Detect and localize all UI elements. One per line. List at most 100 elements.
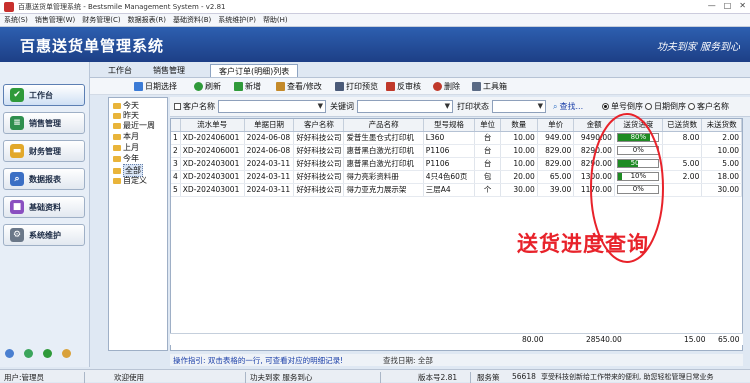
toolbar-label: 日期选择 [145, 82, 177, 91]
toolbar-label: 刷新 [205, 82, 221, 91]
calendar-icon [134, 82, 143, 91]
menu-system[interactable]: 系统(S) [4, 15, 28, 25]
operation-tip: 操作指引: 双击表格的一行, 可查看对应的明细记录! [173, 356, 344, 365]
menu-reports[interactable]: 数据报表(R) [128, 15, 166, 25]
tree-item-last-week[interactable]: 最近一周 [113, 120, 155, 131]
maximize-button[interactable]: □ [724, 1, 732, 10]
add-button[interactable]: 新增 [234, 81, 261, 92]
menu-help[interactable]: 帮助(H) [263, 15, 288, 25]
column-header[interactable]: 型号规格 [423, 119, 476, 132]
online-icon[interactable] [43, 349, 52, 358]
toolbar-label: 新增 [245, 82, 261, 91]
nav-reports-button[interactable]: ⌕ 数据报表 [3, 168, 85, 190]
print-status-label: 打印状态 [457, 102, 489, 111]
checkbox[interactable] [174, 103, 181, 110]
cell-unit: 台 [474, 157, 501, 171]
cell-delivered: 2.00 [662, 170, 703, 184]
column-header[interactable]: 客户名称 [293, 119, 345, 132]
folder-icon [113, 144, 121, 151]
nav-basic-data-button[interactable]: ■ 基础资料 [3, 196, 85, 218]
menu-sales[interactable]: 销售管理(W) [35, 15, 75, 25]
app-banner: 百惠送货单管理系统 功夫到家 服务到心 [0, 27, 750, 62]
status-service-label: 服务策 [477, 373, 500, 382]
tree-label: 最近一周 [123, 121, 155, 130]
customer-filter-checkbox[interactable]: 客户名称 [174, 101, 215, 112]
info-icon[interactable] [5, 349, 14, 358]
date-select-button[interactable]: 日期选择 [134, 81, 177, 92]
check-icon: ✔ [10, 88, 24, 102]
radio-button[interactable] [645, 103, 652, 110]
column-header[interactable]: 单位 [474, 119, 501, 132]
cell-product: 惠普黑白激光打印机 [343, 157, 424, 171]
toolbar-label: 打印预览 [346, 82, 378, 91]
cell-spec: 4只4色60页 [423, 170, 476, 184]
toolbox-button[interactable]: 工具箱 [472, 81, 507, 92]
customer-select[interactable]: ▼ [218, 100, 326, 113]
menu-finance[interactable]: 财务管理(C) [82, 15, 120, 25]
column-header[interactable]: 已送货数 [662, 119, 703, 132]
tab-workbench[interactable]: 工作台 [100, 64, 140, 77]
keyword-select[interactable]: ▼ [357, 100, 453, 113]
status-welcome: 欢迎使用 [114, 373, 144, 382]
tab-bar: 工作台 销售管理 客户订单(明细)列表 [90, 62, 750, 77]
tree-label: 本月 [123, 132, 139, 141]
total-remaining: 65.00 [718, 335, 740, 344]
cell-customer: 好好科技公司 [293, 183, 345, 197]
tree-label: 上月 [123, 143, 139, 152]
column-header[interactable]: 数量 [500, 119, 538, 132]
menu-basic-data[interactable]: 基础资料(B) [173, 15, 211, 25]
tab-sales[interactable]: 销售管理 [145, 64, 193, 77]
column-header[interactable]: 未送货数 [701, 119, 742, 132]
delete-button[interactable]: 删除 [433, 81, 460, 92]
toolbar: 日期选择 刷新 新增 查看/修改 打印预览 反审核 删除 工具箱 [90, 77, 750, 95]
sales-ledger-icon: ≡ [10, 116, 24, 130]
tab-order-detail-list[interactable]: 客户订单(明细)列表 [210, 64, 299, 77]
search-button[interactable]: ⌕ 查找... [553, 101, 583, 112]
banner-slogan: 功夫到家 服务到心 [656, 42, 740, 53]
help-icon[interactable] [24, 349, 33, 358]
column-header[interactable]: 流水单号 [180, 119, 245, 132]
print-preview-button[interactable]: 打印预览 [335, 81, 378, 92]
cell-price: 65.00 [537, 170, 575, 184]
unaudit-button[interactable]: 反审核 [386, 81, 421, 92]
nav-maintenance-button[interactable]: ⚙ 系统维护 [3, 224, 85, 246]
minimize-button[interactable]: — [708, 1, 716, 10]
radio-button[interactable] [602, 103, 609, 110]
refresh-button[interactable]: 刷新 [194, 81, 221, 92]
menu-maintenance[interactable]: 系统维护(P) [218, 15, 256, 25]
customer-filter-label: 客户名称 [183, 102, 215, 111]
settings-icon[interactable] [62, 349, 71, 358]
total-qty: 80.00 [522, 335, 544, 344]
toolbar-label: 删除 [444, 82, 460, 91]
row-index: 2 [171, 144, 181, 158]
sort-by-customer-radio[interactable]: 客户名称 [688, 101, 729, 112]
tree-item-this-year[interactable]: 今年 [113, 153, 139, 164]
cell-customer: 好好科技公司 [293, 170, 345, 184]
toolbar-label: 反审核 [397, 82, 421, 91]
print-status-select[interactable]: ▼ [492, 100, 546, 113]
cell-remaining: 30.00 [701, 183, 742, 197]
tree-item-this-month[interactable]: 本月 [113, 131, 139, 142]
nav-workbench-button[interactable]: ✔ 工作台 [3, 84, 85, 106]
column-header[interactable]: 单价 [537, 119, 575, 132]
status-user: 用户:管理员 [4, 373, 45, 382]
cell-customer: 好好科技公司 [293, 144, 345, 158]
column-header[interactable]: 产品名称 [343, 119, 424, 132]
tree-item-last-month[interactable]: 上月 [113, 142, 139, 153]
close-button[interactable]: ✕ [739, 1, 746, 10]
sidebar-footer-icons [5, 349, 71, 358]
column-header[interactable]: 单据日期 [244, 119, 295, 132]
radio-button[interactable] [688, 103, 695, 110]
view-edit-button[interactable]: 查看/修改 [276, 81, 322, 92]
cell-product: 得力亮彩资料册 [343, 170, 424, 184]
tree-item-custom[interactable]: 自定义 [113, 175, 147, 186]
search-report-icon: ⌕ [10, 172, 24, 186]
cell-qty: 10.00 [500, 131, 538, 145]
app-icon [4, 2, 14, 12]
cell-date: 2024-03-11 [244, 170, 295, 184]
cell-date: 2024-06-08 [244, 131, 295, 145]
nav-sales-button[interactable]: ≡ 销售管理 [3, 112, 85, 134]
nav-finance-button[interactable]: ▬ 财务管理 [3, 140, 85, 162]
cell-delivered [662, 144, 703, 158]
search-icon: ⌕ [553, 101, 558, 111]
